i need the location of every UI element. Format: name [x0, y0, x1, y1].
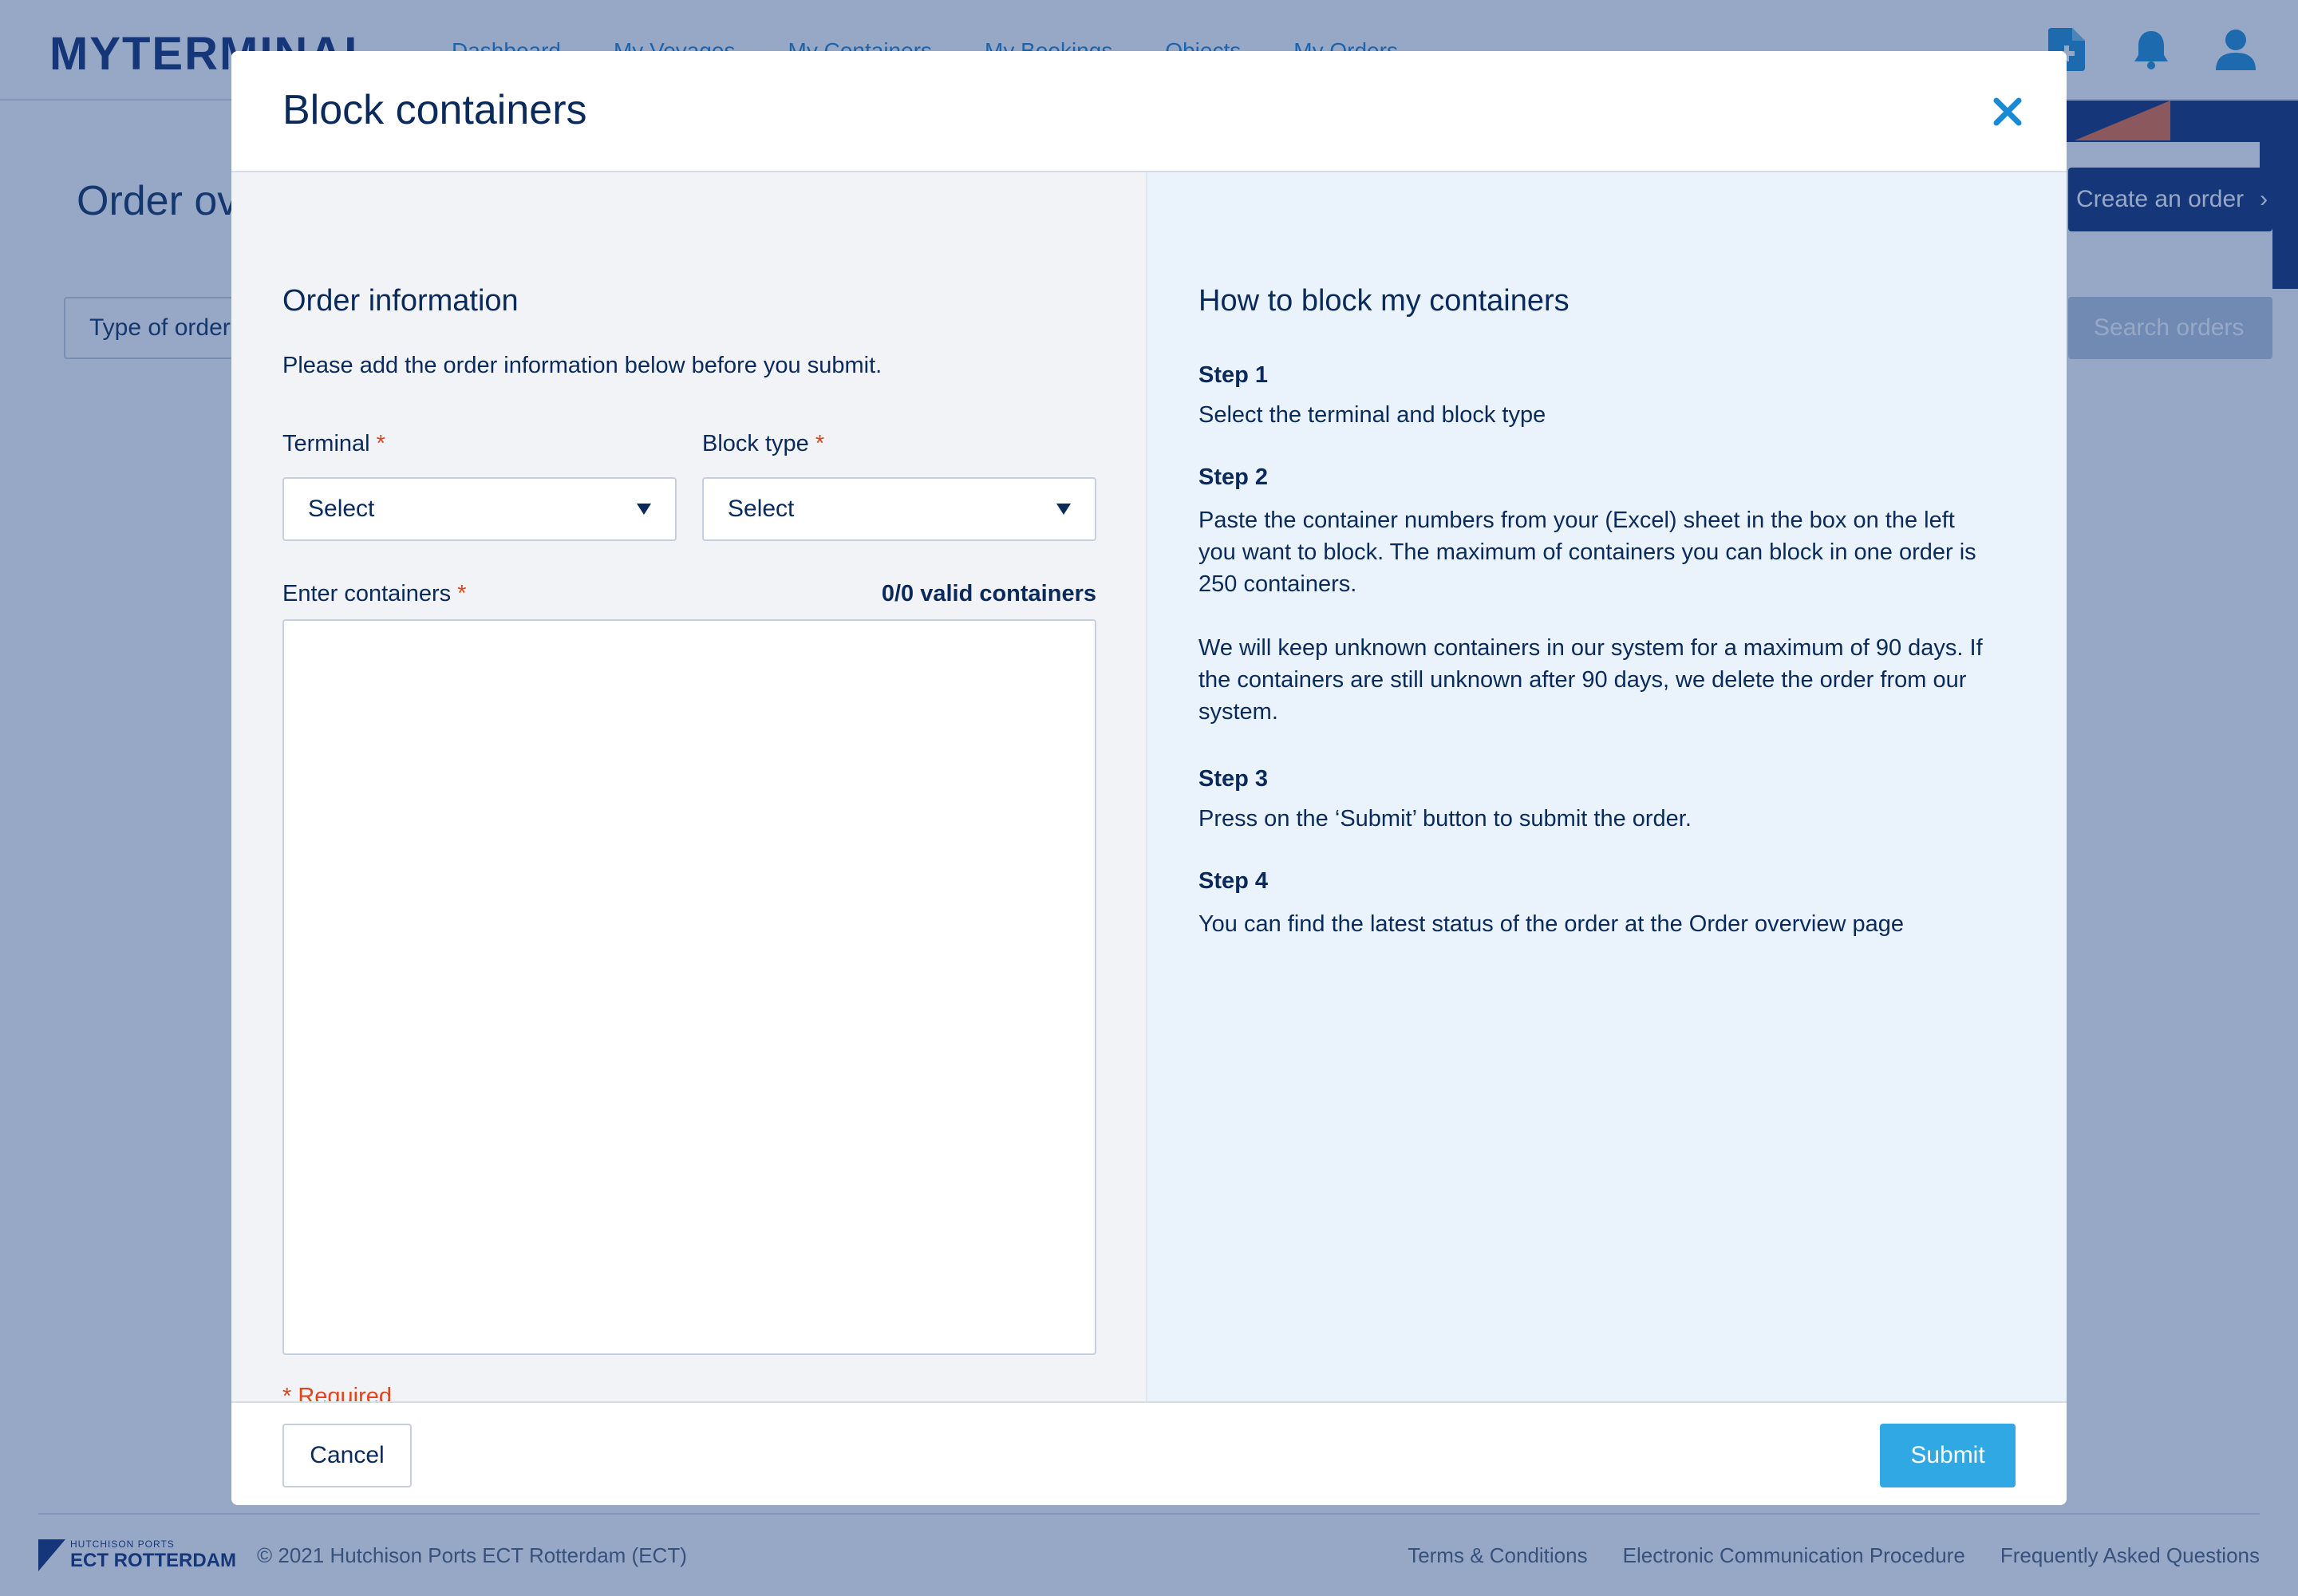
caret-down-icon — [1056, 504, 1071, 515]
submit-button[interactable]: Submit — [1880, 1424, 2016, 1487]
required-star: * — [815, 431, 825, 456]
block-type-label-text: Block type — [702, 431, 809, 456]
block-type-label: Block type * — [702, 431, 824, 457]
step-3-title: Step 3 — [1198, 766, 1269, 792]
modal-header: Block containers — [231, 51, 2067, 172]
order-information-panel: Order information Please add the order i… — [231, 172, 1147, 1452]
close-button[interactable] — [1984, 88, 2031, 136]
step-2-title: Step 2 — [1198, 464, 1269, 490]
step-2-text: Paste the container numbers from your (E… — [1198, 508, 1976, 597]
block-type-select-value: Select — [728, 496, 795, 522]
step-1-text: Select the terminal and block type — [1198, 402, 1546, 428]
modal-title: Block containers — [282, 87, 587, 133]
instructions-title: How to block my containers — [1198, 284, 1570, 318]
step-2-note: We will keep unknown containers in our s… — [1198, 635, 1983, 725]
block-type-select[interactable]: Select — [702, 477, 1096, 541]
step-4-title: Step 4 — [1198, 868, 1269, 894]
instructions-panel: How to block my containers Step 1 Select… — [1147, 172, 2067, 1452]
cancel-button[interactable]: Cancel — [282, 1424, 412, 1487]
valid-containers-count: 0/0 valid containers — [881, 581, 1096, 606]
containers-input[interactable] — [282, 619, 1096, 1355]
enter-containers-label: Enter containers * — [282, 581, 467, 607]
step-1-title: Step 1 — [1198, 362, 1269, 388]
modal-footer: Cancel Submit — [231, 1401, 2067, 1505]
caret-down-icon — [637, 504, 651, 515]
terminal-select[interactable]: Select — [282, 477, 677, 541]
enter-containers-label-text: Enter containers — [282, 581, 452, 606]
terminal-label-text: Terminal — [282, 431, 370, 456]
order-information-intro: Please add the order information below b… — [282, 353, 882, 378]
terminal-select-value: Select — [308, 496, 375, 522]
required-star: * — [457, 581, 467, 606]
terminal-label: Terminal * — [282, 431, 385, 457]
close-icon — [1993, 97, 2022, 126]
step-4-text: You can find the latest status of the or… — [1198, 911, 1904, 937]
block-containers-modal: Block containers Order information Pleas… — [231, 51, 2067, 1505]
order-information-title: Order information — [282, 284, 519, 318]
step-3-text: Press on the ‘Submit’ button to submit t… — [1198, 806, 1692, 832]
required-star: * — [376, 431, 385, 456]
